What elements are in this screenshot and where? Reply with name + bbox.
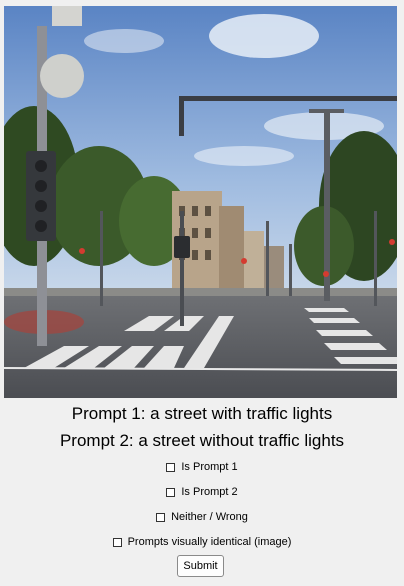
option-is-prompt-1[interactable]: Is Prompt 1 [0, 461, 404, 473]
prompts-identical-checkbox[interactable] [112, 537, 122, 547]
is-prompt-1-checkbox[interactable] [166, 462, 176, 472]
street-scene-image [4, 6, 397, 398]
option-neither-wrong[interactable]: Neither / Wrong [0, 511, 404, 523]
neither-wrong-label: Neither / Wrong [171, 511, 248, 523]
submit-button[interactable]: Submit [177, 555, 224, 577]
option-is-prompt-2[interactable]: Is Prompt 2 [0, 486, 404, 498]
is-prompt-1-label: Is Prompt 1 [181, 461, 238, 473]
prompt-2-text: Prompt 2: a street without traffic light… [59, 431, 345, 450]
prompt-1-text: Prompt 1: a street with traffic lights [71, 404, 333, 423]
annotation-window: Prompt 1: a street with traffic lights P… [0, 0, 404, 586]
prompts-identical-label: Prompts visually identical (image) [127, 536, 292, 548]
neither-wrong-checkbox[interactable] [156, 512, 166, 522]
is-prompt-2-label: Is Prompt 2 [181, 486, 238, 498]
is-prompt-2-checkbox[interactable] [166, 487, 176, 497]
option-prompts-identical[interactable]: Prompts visually identical (image) [0, 536, 404, 548]
